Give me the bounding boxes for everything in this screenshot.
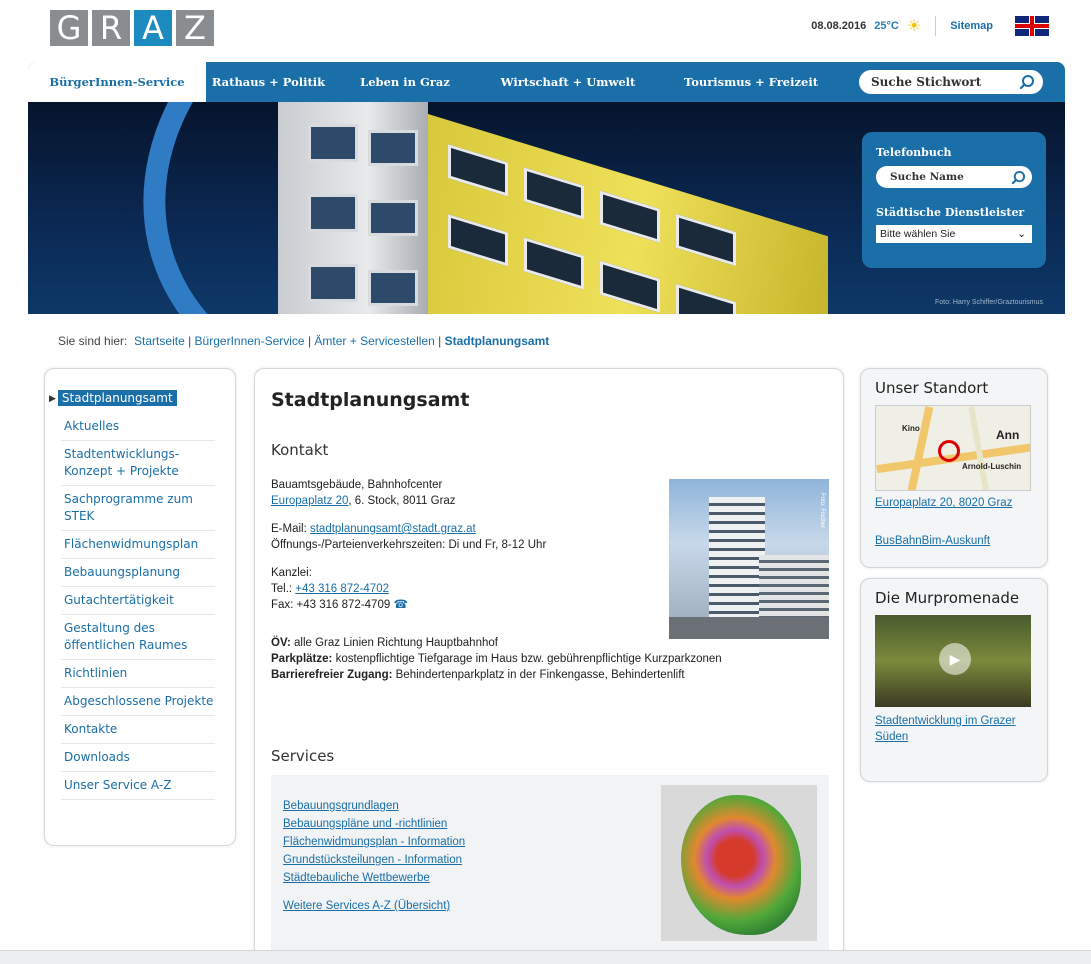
- sidebar-item-bebauungsplanung[interactable]: Bebauungsplanung: [61, 559, 215, 587]
- tab-buergerinnen-service[interactable]: BürgerInnen-Service: [28, 62, 206, 102]
- ov-text: alle Graz Linien Richtung Hauptbahnhof: [294, 637, 498, 649]
- address-rest: , 6. Stock, 8011 Graz: [348, 495, 456, 507]
- services-heading: Services: [271, 747, 335, 765]
- divider: [935, 16, 937, 36]
- sidebar-item-sachprogramme[interactable]: Sachprogramme zum STEK: [61, 486, 215, 531]
- murpromenade-box: Die Murpromenade ▶ Stadtentwicklung im G…: [860, 578, 1048, 782]
- accessibility-line: Barrierefreier Zugang: Behindertenparkpl…: [271, 667, 827, 683]
- sun-icon: ☀: [906, 18, 922, 35]
- sidebar-item-oeffentlicher-raum[interactable]: Gestaltung des öffentlichen Raumes: [61, 615, 215, 660]
- location-pin-icon: [938, 440, 960, 462]
- search-input[interactable]: Suche Stichwort: [859, 70, 1043, 94]
- phonebook-placeholder: Suche Name: [890, 171, 964, 183]
- temperature: 25°C: [874, 20, 899, 32]
- sidebar-menu: Aktuelles Stadtentwicklungs-Konzept + Pr…: [61, 413, 215, 800]
- email-label: E-Mail:: [271, 523, 307, 535]
- sidebar-item-active[interactable]: ▶ Stadtplanungsamt: [49, 387, 235, 409]
- section-sidebar: ▶ Stadtplanungsamt Aktuelles Stadtentwic…: [44, 368, 236, 846]
- access-info: ÖV: alle Graz Linien Richtung Hauptbahnh…: [271, 635, 827, 683]
- phonebook-label: Telefonbuch: [876, 146, 952, 159]
- sidebar-item-gutachtertaetigkeit[interactable]: Gutachtertätigkeit: [61, 587, 215, 615]
- services-box: Bebauungsgrundlagen Bebauungspläne und -…: [271, 775, 829, 955]
- sidebar-item-aktuelles[interactable]: Aktuelles: [61, 413, 215, 441]
- uk-flag-icon[interactable]: [1015, 16, 1049, 36]
- fax-number: Fax: +43 316 872-4709: [271, 599, 391, 611]
- sidebar-item-kontakte[interactable]: Kontakte: [61, 716, 215, 744]
- main-content: Stadtplanungsamt Kontakt Bauamtsgebäude,…: [254, 368, 844, 964]
- sidebar-item-abgeschlossene-projekte[interactable]: Abgeschlossene Projekte: [61, 688, 215, 716]
- sidebar-item-flaechenwidmungsplan[interactable]: Flächenwidmungsplan: [61, 531, 215, 559]
- zoning-map-image: [661, 785, 817, 941]
- photo-credit: Foto: Harry Schiffer/Graztourismus: [934, 299, 1043, 306]
- phonebook-widget: Telefonbuch Suche Name Städtische Dienst…: [862, 132, 1046, 268]
- location-box: Unser Standort Kino Ann Arnold-Luschin E…: [860, 368, 1048, 568]
- logo-letter-g: G: [50, 10, 88, 46]
- sidebar-item-service-a-z[interactable]: Unser Service A-Z: [61, 772, 215, 800]
- chevron-down-icon: ⌄: [1017, 228, 1026, 240]
- services-provider-select[interactable]: Bitte wählen Sie ⌄: [876, 225, 1032, 243]
- tel-label: Tel.:: [271, 583, 293, 595]
- hero-building-grey: [278, 102, 428, 314]
- contact-heading: Kontakt: [271, 441, 329, 459]
- horizontal-scrollbar[interactable]: [0, 950, 1091, 964]
- services-provider-label: Städtische Dienstleister: [876, 206, 1025, 219]
- sidebar-item-richtlinien[interactable]: Richtlinien: [61, 660, 215, 688]
- search-icon[interactable]: [1011, 170, 1026, 185]
- transit-info-link[interactable]: BusBahnBim-Auskunft: [875, 533, 1033, 549]
- location-address-link[interactable]: Europaplatz 20, 8020 Graz: [875, 495, 1033, 511]
- logo-letter-z: Z: [176, 10, 214, 46]
- parking-text: kostenpflichtige Tiefgarage im Haus bzw.…: [335, 653, 722, 665]
- sidebar-item-stadtplanungsamt[interactable]: Stadtplanungsamt: [57, 390, 177, 406]
- access-text: Behindertenparkplatz in der Finkengasse,…: [395, 669, 685, 681]
- breadcrumb-buergerinnen-service[interactable]: BürgerInnen-Service: [195, 334, 305, 348]
- breadcrumb-prefix: Sie sind hier:: [58, 334, 128, 348]
- logo-letter-r: R: [92, 10, 130, 46]
- search-icon[interactable]: [1019, 74, 1035, 90]
- phone-link[interactable]: +43 316 872-4702: [295, 583, 389, 595]
- select-value: Bitte wählen Sie: [880, 228, 956, 240]
- sidebar-item-stadtentwicklungskonzept[interactable]: Stadtentwicklungs-Konzept + Projekte: [61, 441, 215, 486]
- location-title: Unser Standort: [875, 379, 989, 397]
- location-map[interactable]: Kino Ann Arnold-Luschin: [875, 405, 1031, 491]
- phonebook-search-input[interactable]: Suche Name: [876, 166, 1032, 188]
- access-label: Barrierefreier Zugang:: [271, 669, 393, 681]
- search-placeholder: Suche Stichwort: [871, 75, 982, 89]
- tab-rathaus-politik[interactable]: Rathaus + Politik: [206, 62, 331, 102]
- murpromenade-title: Die Murpromenade: [875, 589, 1020, 607]
- breadcrumb: Sie sind hier: Startseite | BürgerInnen-…: [58, 334, 550, 348]
- address-link[interactable]: Europaplatz 20: [271, 495, 348, 507]
- parking-label: Parkplätze:: [271, 653, 333, 665]
- play-icon[interactable]: ▶: [939, 643, 971, 675]
- map-label-arnold: Arnold-Luschin: [962, 462, 1022, 471]
- tab-tourismus-freizeit[interactable]: Tourismus + Freizeit: [657, 62, 845, 102]
- ov-label: ÖV:: [271, 637, 291, 649]
- murpromenade-video[interactable]: ▶: [875, 615, 1031, 707]
- breadcrumb-aemter[interactable]: Ämter + Servicestellen: [314, 334, 434, 348]
- current-date: 08.08.2016: [811, 20, 867, 32]
- map-label-ann: Ann: [996, 428, 1020, 442]
- map-label-kino: Kino: [902, 424, 920, 433]
- breadcrumb-current: Stadtplanungsamt: [444, 334, 550, 348]
- graz-logo[interactable]: G R A Z: [50, 10, 214, 46]
- sitemap-link[interactable]: Sitemap: [950, 20, 993, 32]
- logo-letter-a: A: [134, 10, 172, 46]
- tab-leben-in-graz[interactable]: Leben in Graz: [331, 62, 479, 102]
- main-navigation: BürgerInnen-Service Rathaus + Politik Le…: [28, 62, 1065, 102]
- sidebar-item-downloads[interactable]: Downloads: [61, 744, 215, 772]
- building-photo: Foto: Fischer: [669, 479, 829, 639]
- murpromenade-link[interactable]: Stadtentwicklung im Grazer Süden: [875, 713, 1033, 745]
- email-link[interactable]: stadtplanungsamt@stadt.graz.at: [310, 523, 476, 535]
- top-utility-bar: 08.08.2016 25°C ☀ Sitemap: [811, 16, 1049, 36]
- photo-caption: Foto: Fischer: [819, 493, 825, 529]
- breadcrumb-startseite[interactable]: Startseite: [134, 334, 185, 348]
- arrow-right-icon: ▶: [49, 392, 56, 403]
- page-title: Stadtplanungsamt: [271, 389, 470, 411]
- tab-wirtschaft-umwelt[interactable]: Wirtschaft + Umwelt: [479, 62, 657, 102]
- call-icon[interactable]: ☎: [393, 599, 407, 611]
- parking-line: Parkplätze: kostenpflichtige Tiefgarage …: [271, 651, 827, 667]
